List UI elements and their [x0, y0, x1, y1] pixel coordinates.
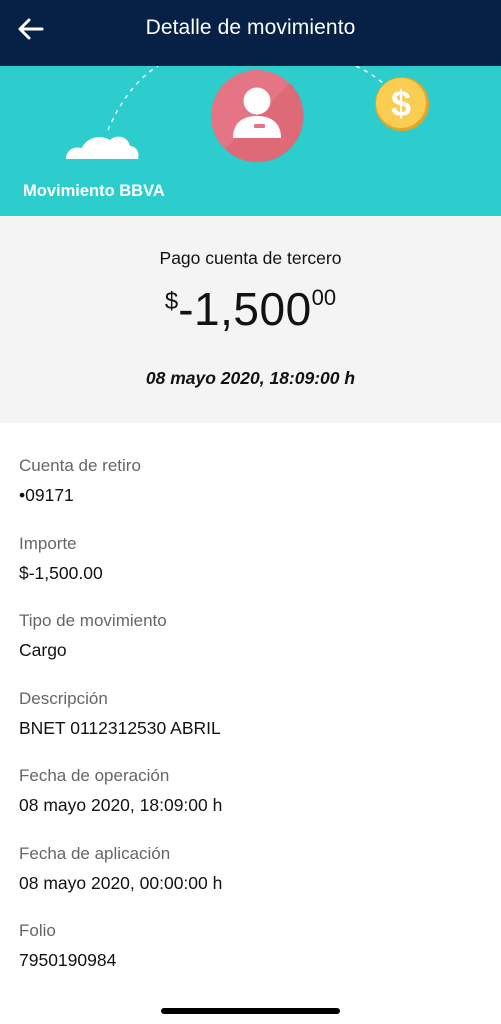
svg-text:$: $ [391, 83, 411, 124]
field-value: Cargo [19, 640, 67, 660]
amount-currency: $ [164, 288, 179, 315]
field-fecha-operacion: Fecha de operación 08 mayo 2020, 18:09:0… [19, 765, 489, 843]
amount-display: $-1,50000 [0, 282, 501, 336]
field-importe: Importe $-1,500.00 [19, 533, 489, 611]
field-label: Folio [19, 921, 56, 940]
field-label: Cuenta de retiro [19, 456, 141, 475]
amount-summary: Pago cuenta de tercero $-1,50000 08 mayo… [0, 216, 501, 423]
field-label: Fecha de operación [19, 766, 170, 785]
movement-type-title: Pago cuenta de tercero [159, 248, 342, 268]
banner-label: Movimiento BBVA [23, 182, 165, 200]
dollar-coin-icon: $ [375, 77, 429, 131]
field-label: Tipo de movimiento [19, 611, 167, 630]
field-tipo-movimiento: Tipo de movimiento Cargo [19, 610, 489, 688]
field-descripcion: Descripción BNET 0112312530 ABRIL [19, 688, 489, 766]
field-value: •09171 [19, 485, 74, 505]
user-icon [211, 70, 304, 163]
field-value: BNET 0112312530 ABRIL [19, 717, 221, 738]
arrow-left-icon [18, 18, 44, 40]
movement-banner: $ Movimiento BBVA [0, 66, 501, 216]
field-label: Descripción [19, 688, 108, 708]
back-button[interactable] [16, 16, 46, 42]
home-indicator[interactable] [161, 1008, 340, 1014]
top-nav-bar: Detalle de movimiento [0, 0, 501, 66]
detail-list: Cuenta de retiro •09171 Importe $-1,500.… [19, 455, 489, 998]
field-value: 7950190984 [19, 950, 117, 970]
field-value: 08 mayo 2020, 00:00:00 h [19, 872, 223, 893]
cloud-icon [66, 136, 139, 159]
field-value: $-1,500.00 [19, 562, 103, 583]
amount-decimals: 00 [311, 285, 337, 310]
field-fecha-aplicacion: Fecha de aplicación 08 mayo 2020, 00:00:… [19, 843, 489, 921]
field-label: Importe [19, 533, 77, 553]
amount-integer: -1,500 [178, 283, 312, 335]
field-cuenta-retiro: Cuenta de retiro •09171 [19, 455, 489, 533]
page-title: Detalle de movimiento [145, 16, 356, 39]
field-folio: Folio 7950190984 [19, 920, 489, 998]
field-label: Fecha de aplicación [19, 843, 171, 863]
field-value: 08 mayo 2020, 18:09:00 h [19, 795, 223, 815]
movement-date: 08 mayo 2020, 18:09:00 h [145, 368, 356, 388]
